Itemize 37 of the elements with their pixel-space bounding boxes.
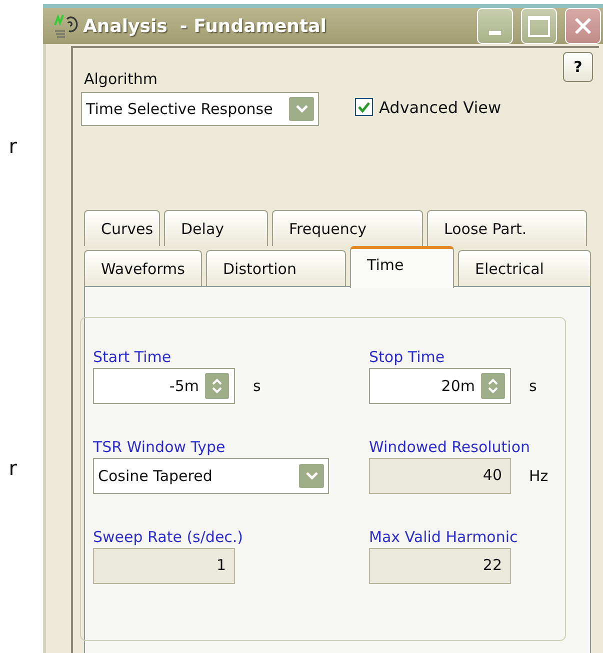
tab[interactable]: Delay: [164, 210, 268, 246]
checkmark-icon: [357, 100, 371, 114]
spin-field[interactable]: -5m: [93, 368, 235, 404]
readonly-field: 22: [369, 548, 511, 584]
algorithm-label: Algorithm: [84, 70, 158, 88]
field-label: Stop Time: [369, 348, 446, 366]
tab[interactable]: Frequency: [272, 210, 423, 246]
minimize-button[interactable]: [477, 8, 513, 44]
unit-label: Hz: [529, 467, 548, 485]
tab[interactable]: Curves: [84, 210, 160, 246]
close-icon: [572, 15, 594, 37]
field-label: Sweep Rate (s/dec.): [93, 528, 244, 546]
field-label: TSR Window Type: [93, 438, 226, 456]
background-text: r: [8, 456, 18, 480]
tab[interactable]: Waveforms: [84, 250, 202, 286]
maximize-button[interactable]: [521, 8, 557, 44]
spinner-arrows-icon: [481, 373, 505, 399]
spinner-arrows-icon: [205, 373, 229, 399]
unit-label: s: [253, 377, 261, 395]
readonly-field: 40: [369, 458, 511, 494]
tab[interactable]: Electrical: [458, 250, 591, 286]
readonly-field: 1: [93, 548, 235, 584]
field-label: Windowed Resolution: [369, 438, 532, 456]
field-label: Start Time: [93, 348, 172, 366]
tab[interactable]: Loose Part.: [427, 210, 587, 246]
field-label: Max Valid Harmonic: [369, 528, 519, 546]
tab[interactable]: Time: [350, 246, 454, 288]
algorithm-dropdown[interactable]: Time Selective Response: [81, 92, 319, 126]
window-type-dropdown[interactable]: Cosine Tapered: [93, 458, 329, 494]
unit-label: s: [529, 377, 537, 395]
advanced-view-checkbox[interactable]: Advanced View: [355, 96, 502, 118]
spin-field[interactable]: 20m: [369, 368, 511, 404]
tab[interactable]: Distortion: [206, 250, 346, 286]
help-button[interactable]: ?: [563, 52, 593, 82]
window-title: Analysis - Fundamental: [83, 16, 328, 36]
background-text: r: [8, 134, 18, 158]
close-button[interactable]: [565, 8, 601, 44]
